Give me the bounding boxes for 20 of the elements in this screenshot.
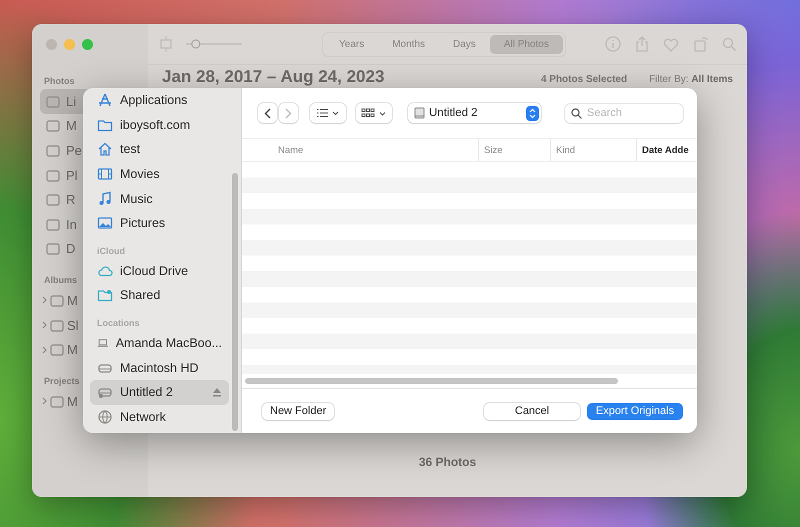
item-label: In [66, 216, 77, 232]
section-header: Locations [96, 316, 141, 330]
item-label: D [66, 241, 76, 256]
item-label: Sl [67, 318, 79, 333]
item-label: M [67, 342, 78, 358]
item-label: Pe [66, 142, 82, 158]
item-label: M [67, 394, 78, 409]
item-label: Pl [66, 168, 78, 183]
section-header: Albums [43, 274, 78, 288]
item-label: M [67, 292, 78, 308]
selection-count: 4 Photos Selected [540, 74, 628, 85]
photo-count: 36 Photos [418, 455, 478, 469]
section-header: Projects [43, 374, 81, 388]
item-label: R [66, 192, 76, 208]
date-range-title: Jan 28, 2017 – Aug 24, 2023 [162, 67, 384, 87]
item-label: M [66, 118, 77, 134]
section-header: iCloud [96, 244, 126, 258]
filter-label: Filter By: [649, 74, 689, 85]
item-label: Li [66, 94, 76, 109]
section-header: Photos [43, 75, 76, 88]
